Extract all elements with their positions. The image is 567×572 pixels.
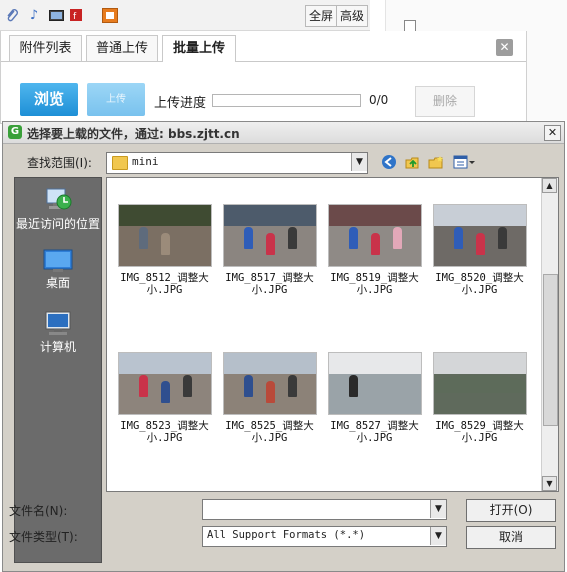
app-icon: G bbox=[8, 125, 22, 139]
file-thumbnail bbox=[327, 204, 422, 267]
chevron-down-icon[interactable]: ▼ bbox=[351, 153, 367, 171]
cancel-button[interactable]: 取消 bbox=[466, 526, 556, 549]
back-icon[interactable] bbox=[380, 153, 398, 171]
open-button[interactable]: 打开(O) bbox=[466, 499, 556, 522]
file-name: IMG_8529_调整大小.JPG bbox=[435, 420, 524, 444]
scroll-down-icon[interactable]: ▼ bbox=[542, 476, 557, 491]
file-name-input[interactable]: ▼ bbox=[202, 499, 447, 520]
place-label: 计算机 bbox=[39, 340, 76, 354]
file-item[interactable]: IMG_8529_调整大小.JPG bbox=[432, 352, 527, 444]
progress-count: 0/0 bbox=[369, 93, 389, 107]
file-item[interactable]: IMG_8523_调整大小.JPG bbox=[117, 352, 212, 444]
video-icon[interactable] bbox=[48, 7, 64, 23]
file-thumbnail bbox=[117, 352, 212, 415]
upload-tabs: 附件列表 普通上传 批量上传 ✕ bbox=[1, 31, 526, 62]
file-thumbnail bbox=[222, 352, 317, 415]
tab-batch-upload[interactable]: 批量上传 bbox=[162, 35, 236, 62]
file-name: IMG_8512_调整大小.JPG bbox=[120, 272, 209, 296]
look-in-label: 查找范围(I): bbox=[27, 156, 92, 170]
view-menu-icon[interactable] bbox=[452, 153, 476, 171]
attachment-icon[interactable] bbox=[4, 7, 20, 23]
file-thumbnail bbox=[222, 204, 317, 267]
file-name: IMG_8523_调整大小.JPG bbox=[120, 420, 209, 444]
file-item[interactable]: IMG_8519_调整大小.JPG bbox=[327, 204, 422, 296]
tab-normal-upload[interactable]: 普通上传 bbox=[86, 35, 158, 61]
place-computer[interactable]: 计算机 bbox=[15, 311, 101, 354]
chevron-down-icon[interactable]: ▼ bbox=[430, 500, 446, 518]
file-thumbnail bbox=[432, 204, 527, 267]
file-item[interactable]: IMG_8525_调整大小.JPG bbox=[222, 352, 317, 444]
desktop-icon bbox=[43, 249, 73, 273]
file-item[interactable]: IMG_8520_调整大小.JPG bbox=[432, 204, 527, 296]
tab-attachment-list[interactable]: 附件列表 bbox=[9, 35, 82, 61]
file-list: IMG_8512_调整大小.JPG IMG_8517_调整大小.JPG IMG_85… bbox=[106, 177, 559, 492]
file-name-label: 文件名(N): bbox=[9, 504, 68, 518]
look-in-value: mini bbox=[132, 155, 159, 168]
file-name: IMG_8520_调整大小.JPG bbox=[435, 272, 524, 296]
file-item[interactable]: IMG_8512_调整大小.JPG bbox=[117, 204, 212, 296]
close-icon[interactable]: ✕ bbox=[496, 39, 513, 56]
file-thumbnail bbox=[117, 204, 212, 267]
file-type-select[interactable]: All Support Formats (*.*) ▼ bbox=[202, 526, 447, 547]
file-open-dialog: G 选择要上载的文件，通过: bbs.zjtt.cn ✕ 查找范围(I): mi… bbox=[2, 121, 565, 572]
scrollbar-thumb[interactable] bbox=[543, 274, 558, 426]
fullscreen-button[interactable]: 全屏 bbox=[305, 5, 338, 27]
folder-icon bbox=[112, 156, 128, 170]
place-label: 最近访问的位置 bbox=[15, 217, 100, 231]
file-item[interactable]: IMG_8517_调整大小.JPG bbox=[222, 204, 317, 296]
dialog-close-button[interactable]: ✕ bbox=[544, 125, 561, 141]
recent-places-icon bbox=[43, 186, 73, 214]
upload-button[interactable]: 上传 bbox=[87, 83, 145, 116]
delete-button[interactable]: 删除 bbox=[415, 86, 475, 117]
file-name: IMG_8517_调整大小.JPG bbox=[225, 272, 314, 296]
chevron-down-icon[interactable]: ▼ bbox=[430, 527, 446, 545]
look-in-select[interactable]: mini ▼ bbox=[106, 152, 368, 174]
place-desktop[interactable]: 桌面 bbox=[15, 249, 101, 290]
image-upload-icon[interactable] bbox=[102, 7, 118, 23]
scroll-up-icon[interactable]: ▲ bbox=[542, 178, 557, 193]
dialog-title: 选择要上载的文件，通过: bbs.zjtt.cn bbox=[27, 127, 240, 141]
vertical-scrollbar[interactable]: ▲ ▼ bbox=[541, 178, 558, 491]
file-item[interactable]: IMG_8527_调整大小.JPG bbox=[327, 352, 422, 444]
file-thumbnail bbox=[327, 352, 422, 415]
file-name: IMG_8519_调整大小.JPG bbox=[330, 272, 419, 296]
dialog-titlebar: G 选择要上载的文件，通过: bbs.zjtt.cn ✕ bbox=[3, 122, 564, 144]
place-recent[interactable]: 最近访问的位置 bbox=[15, 186, 101, 231]
browse-button[interactable]: 浏览 bbox=[20, 83, 78, 116]
upload-panel: 附件列表 普通上传 批量上传 ✕ 浏览 上传 上传进度 0/0 删除 bbox=[0, 31, 527, 124]
file-type-value: All Support Formats (*.*) bbox=[207, 529, 366, 541]
file-name: IMG_8527_调整大小.JPG bbox=[330, 420, 419, 444]
file-type-label: 文件类型(T): bbox=[9, 530, 78, 544]
file-thumbnail bbox=[432, 352, 527, 415]
progress-bar bbox=[212, 94, 361, 107]
editor-toolbar: ♪ f 全屏 高级 bbox=[0, 0, 370, 31]
progress-label: 上传进度 bbox=[154, 96, 207, 111]
flash-icon[interactable]: f bbox=[68, 7, 84, 23]
up-folder-icon[interactable] bbox=[403, 153, 421, 171]
file-name: IMG_8525_调整大小.JPG bbox=[225, 420, 314, 444]
computer-icon bbox=[43, 311, 73, 337]
new-folder-icon[interactable] bbox=[427, 153, 445, 171]
place-label: 桌面 bbox=[45, 276, 70, 290]
advanced-button[interactable]: 高级 bbox=[336, 5, 369, 27]
music-icon[interactable]: ♪ bbox=[26, 7, 42, 23]
